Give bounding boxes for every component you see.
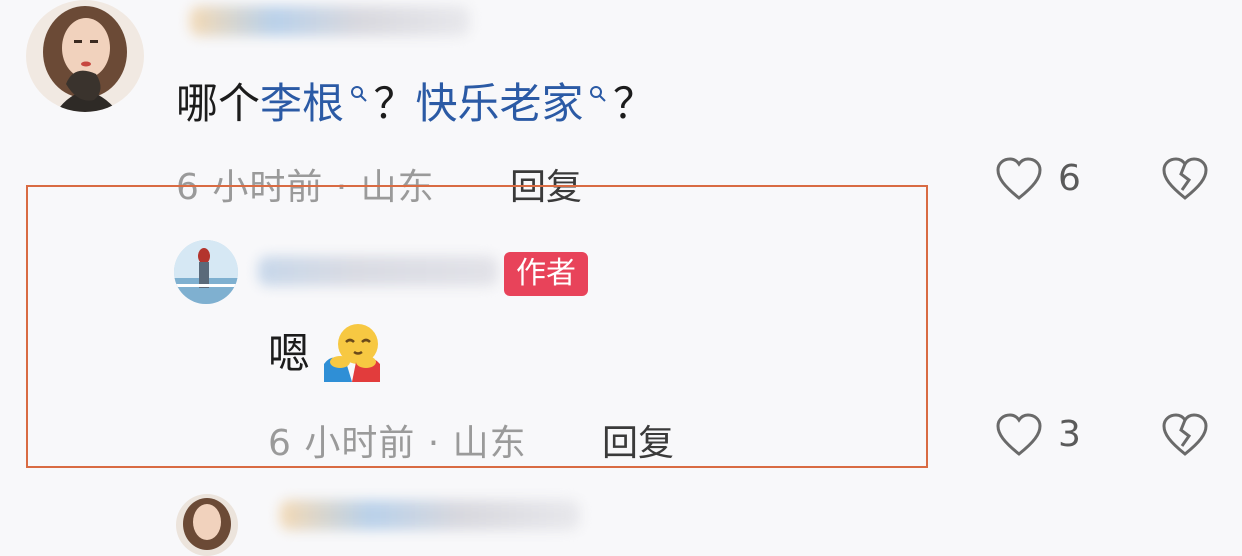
username-blurred[interactable] xyxy=(258,256,498,286)
like-button[interactable] xyxy=(994,412,1044,458)
username-blurred[interactable] xyxy=(190,6,470,36)
heart-icon xyxy=(996,413,1042,456)
heart-icon xyxy=(996,157,1042,200)
dislike-button[interactable] xyxy=(1160,156,1210,202)
comment-text: 哪个李根 ？快乐老家 ？ xyxy=(176,72,655,130)
comment-separator: ？ xyxy=(373,79,416,128)
reply-text: 嗯 xyxy=(268,329,311,378)
avatar[interactable] xyxy=(174,240,238,304)
hug-emoji-icon xyxy=(322,322,382,388)
reply-button[interactable]: 回复 xyxy=(602,414,674,466)
username-blurred[interactable] xyxy=(280,500,580,530)
author-badge: 作者 xyxy=(504,252,588,296)
like-count: 6 xyxy=(1058,158,1081,199)
reply-meta: 6 小时前 · 山东 xyxy=(268,423,527,464)
search-link-2[interactable]: 快乐老家 xyxy=(416,79,584,128)
like-button[interactable] xyxy=(994,156,1044,202)
search-icon[interactable] xyxy=(584,86,613,108)
broken-heart-icon xyxy=(1162,157,1208,200)
broken-heart-icon xyxy=(1162,413,1208,456)
avatar[interactable] xyxy=(26,0,144,112)
like-count: 3 xyxy=(1058,414,1081,455)
comment-separator: ？ xyxy=(613,79,656,128)
search-icon[interactable] xyxy=(344,86,373,108)
avatar[interactable] xyxy=(176,494,238,556)
comment-text-prefix: 哪个 xyxy=(176,79,261,128)
search-link-1[interactable]: 李根 xyxy=(260,79,344,128)
dislike-button[interactable] xyxy=(1160,412,1210,458)
